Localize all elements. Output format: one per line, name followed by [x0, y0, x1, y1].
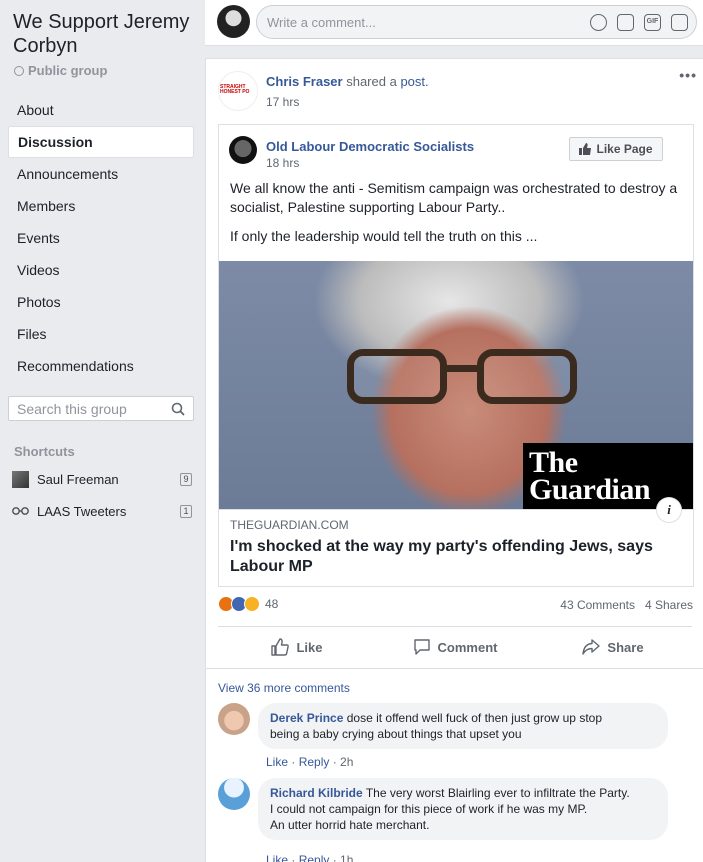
shortcut-count-badge: 9: [180, 472, 192, 486]
search-icon[interactable]: [171, 402, 185, 416]
shared-text-paragraph: We all know the anti - Semitism campaign…: [230, 180, 678, 215]
nav-photos[interactable]: Photos: [8, 286, 194, 318]
shortcut-saul-freeman[interactable]: Saul Freeman 9: [12, 469, 192, 489]
view-more-comments-link[interactable]: View 36 more comments: [218, 681, 350, 695]
share-label: Share: [607, 639, 644, 655]
shared-post: Old Labour Democratic Socialists 18 hrs …: [218, 124, 694, 587]
share-icon: [582, 639, 601, 655]
comment-text: The very worst Blairling ever to infiltr…: [365, 786, 630, 800]
emoji-icon[interactable]: [590, 13, 607, 31]
comment-like-link[interactable]: Like: [266, 755, 288, 769]
sticker-icon[interactable]: [671, 13, 688, 31]
shared-post-text: We all know the anti - Semitism campaign…: [230, 179, 685, 256]
comment-input-placeholder: Write a comment...: [267, 14, 376, 30]
group-search: [8, 396, 194, 421]
reactions-count: 48: [265, 597, 279, 611]
like-page-label: Like Page: [596, 142, 653, 156]
feed-post: STRAIGHT HONEST PO Chris Fraser shared a…: [205, 58, 703, 862]
post-timestamp[interactable]: 17 hrs: [266, 95, 299, 109]
glasses-icon: [12, 507, 29, 515]
gif-icon[interactable]: GIF: [644, 13, 661, 31]
post-options-icon[interactable]: •••: [679, 67, 697, 83]
like-button[interactable]: Like: [218, 627, 376, 667]
comment-label: Comment: [437, 639, 498, 655]
like-page-button[interactable]: Like Page: [569, 137, 663, 161]
comment-text: I could not campaign for this piece of w…: [270, 802, 588, 816]
comment-time[interactable]: 2h: [340, 755, 353, 769]
shortcut-laas-tweeters[interactable]: LAAS Tweeters 1: [12, 501, 192, 521]
comment-time[interactable]: 1h: [340, 853, 353, 862]
camera-icon[interactable]: [617, 13, 634, 31]
nav-recommendations[interactable]: Recommendations: [8, 350, 194, 382]
engagement-counts: 43 Comments 4 Shares: [560, 598, 693, 612]
globe-icon: [14, 65, 24, 76]
group-thumbnail-icon: [12, 470, 29, 488]
nav-members[interactable]: Members: [8, 190, 194, 222]
comment-bubble: Richard Kilbride The very worst Blairlin…: [258, 778, 668, 840]
comment-input[interactable]: Write a comment... GIF: [256, 5, 697, 39]
post-author-name[interactable]: Chris Fraser: [266, 74, 343, 89]
post-actions: Like Comment Share: [218, 627, 692, 667]
group-privacy: Public group: [14, 63, 107, 78]
comment-text: being a baby crying about things that up…: [270, 727, 522, 741]
comment-actions: Like · Reply · 1h: [266, 853, 353, 862]
commenter-name[interactable]: Derek Prince: [270, 711, 343, 725]
group-search-input[interactable]: [17, 400, 171, 417]
shortcut-label: Saul Freeman: [37, 471, 119, 487]
nav-files[interactable]: Files: [8, 318, 194, 350]
info-icon[interactable]: i: [657, 498, 681, 522]
link-preview-image[interactable]: The Guardian: [219, 261, 693, 509]
commenter-avatar[interactable]: [218, 778, 250, 810]
link-preview-meta[interactable]: i THEGUARDIAN.COM I'm shocked at the way…: [219, 498, 693, 586]
portrait-glasses: [347, 349, 597, 409]
commenter-name[interactable]: Richard Kilbride: [270, 786, 363, 800]
shared-text-paragraph: If only the leadership would tell the tr…: [230, 228, 538, 244]
thumbs-up-icon: [579, 143, 592, 155]
comment-button[interactable]: Comment: [376, 627, 534, 667]
comment-icon: [413, 639, 430, 655]
shares-count[interactable]: 4 Shares: [645, 598, 693, 612]
comment-like-link[interactable]: Like: [266, 853, 288, 862]
link-domain: THEGUARDIAN.COM: [230, 518, 349, 532]
nav-events[interactable]: Events: [8, 222, 194, 254]
group-name[interactable]: We Support Jeremy Corbyn: [13, 10, 203, 58]
comment-reply-link[interactable]: Reply: [299, 755, 330, 769]
comments-count[interactable]: 43 Comments: [560, 598, 635, 612]
post-action-text: shared a: [346, 74, 397, 89]
comment-actions: Like · Reply · 2h: [266, 755, 354, 769]
poster-avatar[interactable]: STRAIGHT HONEST PO: [218, 71, 258, 111]
nav-videos[interactable]: Videos: [8, 254, 194, 286]
nav-about[interactable]: About: [8, 94, 194, 126]
post-action-link[interactable]: post.: [400, 74, 428, 89]
comment-bubble: Derek Prince dose it offend well fuck of…: [258, 703, 668, 749]
haha-reaction-icon: [244, 596, 260, 612]
post-author-line: Chris Fraser shared a post.: [266, 74, 429, 89]
comments-section: View 36 more comments Derek Prince dose …: [206, 668, 703, 862]
nav-announcements[interactable]: Announcements: [8, 158, 194, 190]
comment-text: dose it offend well fuck of then just gr…: [346, 711, 602, 725]
commenter-avatar[interactable]: [218, 703, 250, 735]
group-type-label: Public group: [28, 63, 108, 78]
group-sidebar: We Support Jeremy Corbyn Public group Ab…: [0, 0, 204, 862]
link-title[interactable]: I'm shocked at the way my party's offend…: [230, 537, 670, 577]
thumbs-up-icon: [271, 638, 290, 656]
comment-composer: Write a comment... GIF: [205, 0, 703, 46]
composer-icons: GIF: [590, 13, 688, 31]
shortcuts-heading: Shortcuts: [14, 444, 75, 459]
group-nav: About Discussion Announcements Members E…: [8, 94, 194, 382]
shared-author-name[interactable]: Old Labour Democratic Socialists: [266, 139, 474, 154]
page-avatar[interactable]: [229, 136, 257, 164]
reactions-summary[interactable]: 48: [218, 596, 278, 612]
nav-discussion[interactable]: Discussion: [8, 126, 194, 158]
shared-timestamp[interactable]: 18 hrs: [266, 156, 299, 170]
comment-reply-link[interactable]: Reply: [299, 853, 330, 862]
comment-text: An utter horrid hate merchant.: [270, 818, 430, 832]
share-button[interactable]: Share: [534, 627, 692, 667]
current-user-avatar[interactable]: [217, 5, 250, 38]
shortcut-label: LAAS Tweeters: [37, 503, 127, 519]
poster-avatar-logo: STRAIGHT HONEST PO: [220, 84, 250, 95]
like-label: Like: [296, 639, 323, 655]
shortcut-count-badge: 1: [180, 504, 192, 518]
